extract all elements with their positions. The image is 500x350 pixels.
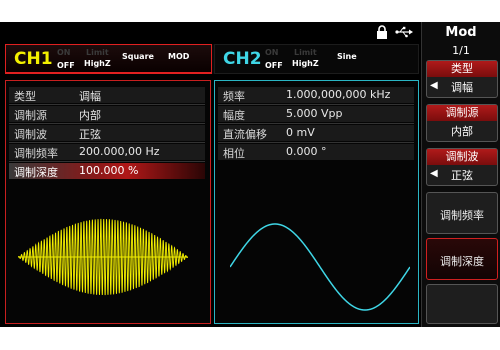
usb-icon: [395, 26, 413, 38]
ch1-tab[interactable]: CH1 ON OFF Limit HighZ Square MOD: [5, 44, 212, 74]
param-value: 5.000 Vpp: [286, 107, 343, 120]
param-label: 相位: [223, 147, 245, 160]
param-value: 内部: [79, 109, 101, 122]
ch1-state-on: ON: [57, 48, 71, 57]
ch2-state: OFF: [265, 61, 283, 70]
param-label: 调制源: [14, 109, 47, 122]
lock-icon: [377, 25, 387, 39]
ch1-load: HighZ: [84, 59, 111, 68]
menu-item-header: 调制波: [427, 149, 497, 165]
ch2-waveform: Sine: [337, 52, 357, 61]
ch1-param-type[interactable]: 类型 调幅: [9, 87, 205, 103]
param-label: 调制波: [14, 128, 47, 141]
param-label: 类型: [14, 90, 36, 103]
menu-item-value: 内部: [451, 125, 473, 138]
menu-item-label: 调制深度: [440, 255, 484, 268]
ch2-param-offset[interactable]: 直流偏移 0 mV: [218, 125, 414, 141]
ch2-wave-trace: [230, 223, 410, 311]
ch1-param-modfreq[interactable]: 调制频率 200.000,00 Hz: [9, 144, 205, 160]
menu-item-value: 正弦: [451, 169, 473, 182]
ch1-state: OFF: [57, 61, 75, 70]
menu-item-header: 调制源: [427, 105, 497, 121]
ch1-mode: MOD: [168, 52, 190, 61]
ch1-param-source[interactable]: 调制源 内部: [9, 106, 205, 122]
status-bar: [0, 22, 420, 42]
ch2-sine-waveform: [230, 223, 410, 311]
param-value: 1.000,000,000 kHz: [286, 88, 391, 101]
ch1-am-waveform: [18, 218, 188, 296]
param-label: 直流偏移: [223, 128, 267, 141]
menu-item-value: 调幅: [451, 81, 473, 94]
menu-item-header: 类型: [427, 61, 497, 77]
menu-page: 1/1: [452, 44, 470, 57]
param-label: 幅度: [223, 109, 245, 122]
menu-item-label: 调制频率: [440, 209, 484, 222]
ch2-load: HighZ: [292, 59, 319, 68]
param-value: 0.000 °: [286, 145, 327, 158]
menu-modfreq-button[interactable]: 调制频率: [426, 192, 498, 234]
param-value: 正弦: [79, 128, 101, 141]
ch1-limit: Limit: [86, 48, 109, 57]
menu-moddepth-button[interactable]: 调制深度: [426, 238, 498, 280]
ch1-param-modwave[interactable]: 调制波 正弦: [9, 125, 205, 141]
ch2-param-frequency[interactable]: 频率 1.000,000,000 kHz: [218, 87, 414, 103]
param-label: 调制频率: [14, 147, 58, 160]
menu-source-button[interactable]: 调制源 内部: [426, 104, 498, 142]
screen: CH1 ON OFF Limit HighZ Square MOD CH2 ON…: [0, 22, 500, 327]
menu-title: Mod: [445, 25, 477, 40]
param-value: 调幅: [79, 90, 101, 103]
param-label: 频率: [223, 90, 245, 103]
channel-bar: CH1 ON OFF Limit HighZ Square MOD CH2 ON…: [5, 44, 419, 74]
ch2-state-on: ON: [265, 48, 279, 57]
param-value: 0 mV: [286, 126, 315, 139]
ch2-name: CH2: [223, 49, 262, 69]
ch2-limit: Limit: [294, 48, 317, 57]
ch1-name: CH1: [14, 49, 53, 69]
softkey-menu: Mod 1/1 类型 ◀ 调幅 调制源 内部 调制波 ◀ 正弦 调制频率 调制深…: [421, 22, 500, 327]
param-value: 200.000,00 Hz: [79, 145, 160, 158]
menu-modwave-button[interactable]: 调制波 ◀ 正弦: [426, 148, 498, 186]
ch1-param-moddepth[interactable]: 调制深度 100.000 %: [9, 163, 205, 179]
menu-empty-button[interactable]: [426, 284, 498, 324]
ch2-tab[interactable]: CH2 ON OFF Limit HighZ Sine: [214, 44, 419, 74]
menu-type-button[interactable]: 类型 ◀ 调幅: [426, 60, 498, 98]
ch2-param-phase[interactable]: 相位 0.000 °: [218, 144, 414, 160]
param-value: 100.000 %: [79, 164, 139, 177]
param-label: 调制深度: [14, 166, 58, 179]
ch1-waveform: Square: [122, 52, 154, 61]
ch2-param-amplitude[interactable]: 幅度 5.000 Vpp: [218, 106, 414, 122]
